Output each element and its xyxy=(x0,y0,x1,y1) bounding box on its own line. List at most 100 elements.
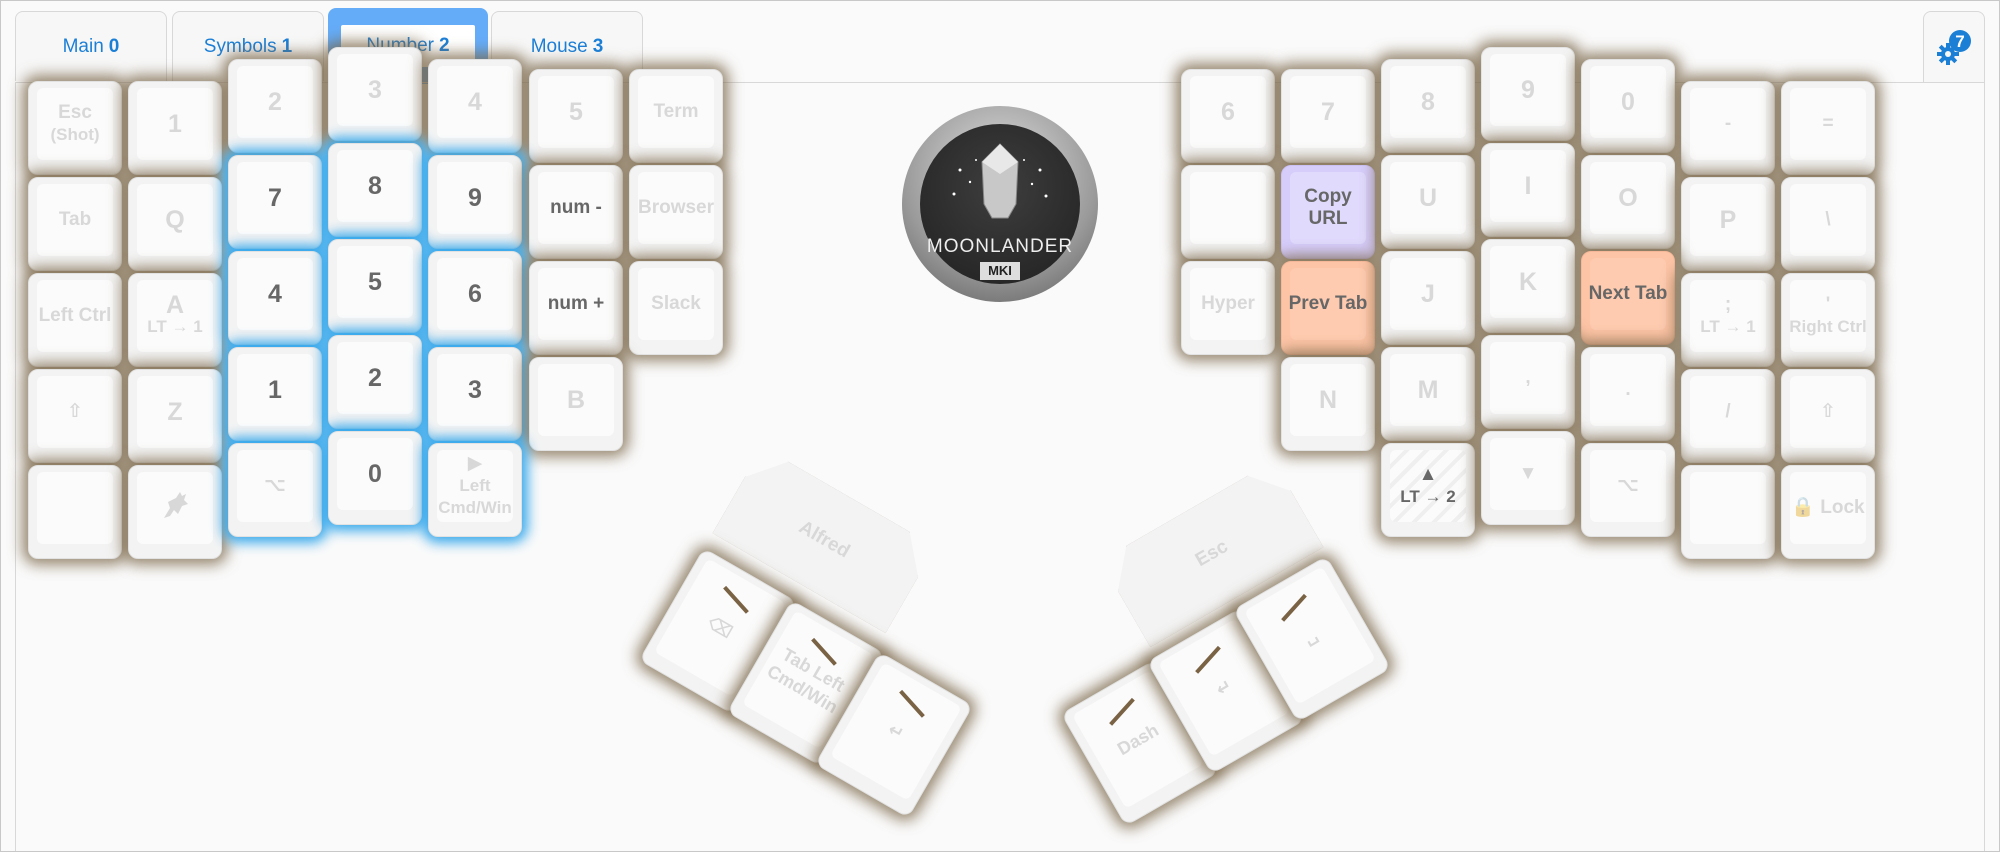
right-key[interactable]: 7 xyxy=(1281,69,1375,163)
right-key[interactable]: J xyxy=(1381,251,1475,345)
right-key[interactable]: , xyxy=(1481,335,1575,429)
keycap xyxy=(37,472,113,544)
right-key[interactable]: Next Tab xyxy=(1581,251,1675,345)
key-label: 1 xyxy=(264,378,286,403)
key-label: ⇧ xyxy=(1816,401,1840,423)
right-key[interactable] xyxy=(1181,165,1275,259)
key-label: Term xyxy=(649,101,702,123)
right-key[interactable]: U xyxy=(1381,155,1475,249)
key-label-main: O xyxy=(1618,184,1638,212)
right-key[interactable]: ; LT → 1 xyxy=(1681,273,1775,367)
key-label-main: Esc xyxy=(58,102,92,123)
right-key[interactable]: 0 xyxy=(1581,59,1675,153)
left-key[interactable]: 5 xyxy=(529,69,623,163)
key-label: , xyxy=(1521,367,1534,389)
key-label-main: P xyxy=(1719,206,1737,234)
key-label: ⌥ xyxy=(1613,475,1643,497)
left-key[interactable]: num - xyxy=(529,165,623,259)
right-key[interactable]: ⌥ xyxy=(1581,443,1675,537)
settings-button[interactable]: 7 xyxy=(1923,11,1985,83)
right-key[interactable]: I xyxy=(1481,143,1575,237)
key-label: Esc xyxy=(1191,536,1232,572)
key-label: K xyxy=(1515,270,1541,295)
tab-label: Main xyxy=(62,35,104,57)
left-key[interactable]: Esc (Shot) xyxy=(28,81,122,175)
left-key[interactable]: 2 xyxy=(228,59,322,153)
key-label: 4 xyxy=(264,282,286,307)
key-label-main: 4 xyxy=(468,88,482,116)
left-key[interactable]: B xyxy=(529,357,623,451)
left-key[interactable]: ▶ Left Cmd/Win xyxy=(428,443,522,537)
right-key[interactable] xyxy=(1681,465,1775,559)
left-key[interactable]: 6 xyxy=(428,251,522,345)
key-label-main: ▲ xyxy=(1418,464,1438,485)
left-key[interactable]: Left Ctrl xyxy=(28,273,122,367)
left-key[interactable]: Term xyxy=(629,69,723,163)
key-label-main: Q xyxy=(165,206,185,234)
right-key[interactable]: ▲ LT → 2 xyxy=(1381,443,1475,537)
key-label-main: A xyxy=(165,291,185,319)
left-key[interactable]: 1 xyxy=(228,347,322,441)
key-label: 1 xyxy=(164,112,186,137)
left-key[interactable]: Q xyxy=(128,177,222,271)
right-key[interactable]: Prev Tab xyxy=(1281,261,1375,355)
right-key[interactable]: ▼ xyxy=(1481,431,1575,525)
left-key[interactable]: 0 xyxy=(328,431,422,525)
key-label: / xyxy=(1721,401,1734,423)
key-label: num + xyxy=(544,293,608,315)
tab-main[interactable]: Main 0 xyxy=(15,11,167,81)
left-key[interactable]: A LT → 1 xyxy=(128,273,222,367)
right-key[interactable]: . xyxy=(1581,347,1675,441)
key-label-main: 2 xyxy=(268,88,282,116)
key-label: ▶ Left Cmd/Win xyxy=(429,453,521,519)
key-label: 6 xyxy=(1217,100,1239,125)
right-key[interactable]: / xyxy=(1681,369,1775,463)
key-label: Left Ctrl xyxy=(35,305,116,327)
divider xyxy=(1984,82,1985,851)
right-key[interactable]: 🔒 Lock xyxy=(1781,465,1875,559)
left-key[interactable]: ⌥ xyxy=(228,443,322,537)
left-key[interactable]: 5 xyxy=(328,239,422,333)
right-key[interactable]: ' Right Ctrl xyxy=(1781,273,1875,367)
left-key[interactable]: Browser xyxy=(629,165,723,259)
key-label-main: ⇧ xyxy=(1820,401,1836,422)
left-key[interactable]: 8 xyxy=(328,143,422,237)
left-key[interactable] xyxy=(28,465,122,559)
right-key[interactable]: - xyxy=(1681,81,1775,175)
left-key[interactable]: Tab xyxy=(28,177,122,271)
right-key[interactable]: N xyxy=(1281,357,1375,451)
right-key[interactable]: Hyper xyxy=(1181,261,1275,355)
right-key[interactable]: 8 xyxy=(1381,59,1475,153)
keycap xyxy=(1690,472,1766,544)
left-key[interactable]: Slack xyxy=(629,261,723,355)
key-label-sub: LT → 1 xyxy=(147,317,203,336)
right-key[interactable]: ⇧ xyxy=(1781,369,1875,463)
left-key[interactable]: 4 xyxy=(428,59,522,153)
tab-number: 3 xyxy=(592,35,604,57)
key-label: Z xyxy=(163,400,186,425)
right-key[interactable]: \ xyxy=(1781,177,1875,271)
right-key[interactable]: K xyxy=(1481,239,1575,333)
key-label-main: N xyxy=(1318,386,1338,414)
left-key[interactable]: ⇧ xyxy=(28,369,122,463)
right-key[interactable]: M xyxy=(1381,347,1475,441)
left-key[interactable]: 7 xyxy=(228,155,322,249)
left-key[interactable]: 3 xyxy=(428,347,522,441)
left-key[interactable]: 4 xyxy=(228,251,322,345)
right-key[interactable]: = xyxy=(1781,81,1875,175)
left-key[interactable]: 3 xyxy=(328,47,422,141)
left-key[interactable]: num + xyxy=(529,261,623,355)
right-key[interactable]: Copy URL xyxy=(1281,165,1375,259)
right-key[interactable]: 6 xyxy=(1181,69,1275,163)
key-label-main: 3 xyxy=(368,76,382,104)
left-key[interactable]: 2 xyxy=(328,335,422,429)
right-key[interactable]: 9 xyxy=(1481,47,1575,141)
right-key[interactable]: P xyxy=(1681,177,1775,271)
key-label-main: ; xyxy=(1724,294,1732,315)
key-label-main: M xyxy=(1417,376,1439,404)
left-key[interactable]: 9 xyxy=(428,155,522,249)
left-key[interactable] xyxy=(128,465,222,559)
right-key[interactable]: O xyxy=(1581,155,1675,249)
left-key[interactable]: Z xyxy=(128,369,222,463)
left-key[interactable]: 1 xyxy=(128,81,222,175)
